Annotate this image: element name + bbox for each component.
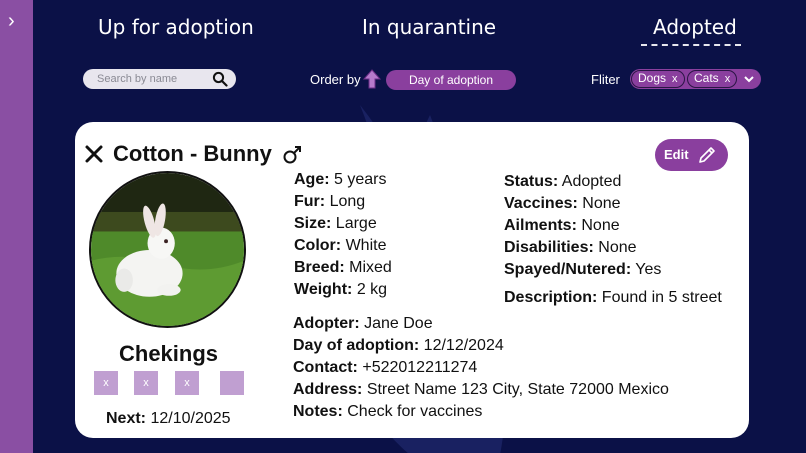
field-label: Disabilities: xyxy=(504,239,594,256)
field-label: Fur: xyxy=(294,193,326,210)
filter-chip-cats[interactable]: Cats x xyxy=(687,70,738,88)
field-contact: Contact: +522012211274 xyxy=(293,359,477,377)
chevron-down-icon[interactable] xyxy=(743,72,755,86)
field-address: Address: Street Name 123 City, State 720… xyxy=(293,381,669,399)
field-label: Day of adoption: xyxy=(293,337,420,354)
next-label: Next: xyxy=(106,410,147,427)
shelter-name: Chekings xyxy=(119,341,219,366)
field-label: Vaccines: xyxy=(504,195,578,212)
pencil-icon xyxy=(699,147,715,163)
field-value: None xyxy=(581,217,620,234)
field-value: Adopted xyxy=(561,173,622,190)
field-label: Status: xyxy=(504,173,559,190)
field-value: Yes xyxy=(635,261,662,278)
field-adopter: Adopter: Jane Doe xyxy=(293,315,433,333)
remove-chip-icon[interactable]: x xyxy=(725,73,731,85)
tab-up-for-adoption[interactable]: Up for adoption xyxy=(98,15,254,39)
expand-sidebar-icon[interactable]: › xyxy=(8,10,28,32)
field-label: Description: xyxy=(504,289,598,306)
male-icon xyxy=(283,146,301,164)
checkbox-checked[interactable]: x xyxy=(134,371,158,395)
search-input[interactable] xyxy=(97,73,217,85)
field-label: Color: xyxy=(294,237,342,254)
field-label: Contact: xyxy=(293,359,358,376)
field-weight: Weight: 2 kg xyxy=(294,281,387,299)
close-icon[interactable] xyxy=(84,143,104,165)
field-label: Weight: xyxy=(294,281,353,298)
order-by-select[interactable]: Day of adoption xyxy=(386,70,516,90)
field-disabilities: Disabilities: None xyxy=(504,239,637,257)
pet-name-title: Cotton - Bunny xyxy=(113,141,272,166)
field-label: Ailments: xyxy=(504,217,577,234)
pet-photo xyxy=(89,171,246,328)
field-value: None xyxy=(582,195,621,212)
next-date: Next: 12/10/2025 xyxy=(106,410,231,428)
field-label: Size: xyxy=(294,215,332,232)
field-fur: Fur: Long xyxy=(294,193,365,211)
field-notes: Notes: Check for vaccines xyxy=(293,403,482,421)
field-label: Spayed/Nutered: xyxy=(504,261,632,278)
remove-chip-icon[interactable]: x xyxy=(672,73,678,85)
field-value: 2 kg xyxy=(356,281,388,298)
field-value: None xyxy=(598,239,637,256)
order-by-label: Order by xyxy=(310,72,361,87)
field-value: Check for vaccines xyxy=(347,403,483,420)
edit-button[interactable]: Edit xyxy=(655,139,728,171)
search-icon[interactable] xyxy=(212,71,228,87)
field-value: +522012211274 xyxy=(362,359,478,376)
search-bar[interactable] xyxy=(83,69,236,89)
field-value: Long xyxy=(329,193,366,210)
field-value: Street Name 123 City, State 72000 Mexico xyxy=(366,381,669,398)
field-value: Mixed xyxy=(349,259,392,276)
field-age: Age: 5 years xyxy=(294,171,386,189)
field-value: 5 years xyxy=(334,171,387,188)
field-value: 12/12/2024 xyxy=(423,337,504,354)
filter-select[interactable]: Dogs x Cats x xyxy=(630,69,761,89)
edit-button-label: Edit xyxy=(664,147,689,162)
active-tab-indicator xyxy=(641,44,741,46)
filter-label: Fliter xyxy=(591,72,620,87)
field-label: Breed: xyxy=(294,259,345,276)
field-label: Address: xyxy=(293,381,363,398)
field-value: White xyxy=(345,237,387,254)
field-value: Large xyxy=(335,215,377,232)
checkbox-checked[interactable]: x xyxy=(94,371,118,395)
next-value: 12/10/2025 xyxy=(150,410,231,427)
sort-direction-up-icon[interactable] xyxy=(363,69,381,89)
field-label: Adopter: xyxy=(293,315,360,332)
field-day-of-adoption: Day of adoption: 12/12/2024 xyxy=(293,337,504,355)
field-label: Age: xyxy=(294,171,330,188)
checkbox-unchecked[interactable] xyxy=(220,371,244,395)
field-ailments: Ailments: None xyxy=(504,217,620,235)
field-spayed-neutered: Spayed/Nutered: Yes xyxy=(504,261,661,279)
side-rail xyxy=(0,0,33,453)
field-breed: Breed: Mixed xyxy=(294,259,392,277)
field-label: Notes: xyxy=(293,403,343,420)
checkbox-checked[interactable]: x xyxy=(175,371,199,395)
field-value: Found in 5 street xyxy=(601,289,722,306)
filter-chip-dogs[interactable]: Dogs x xyxy=(631,70,685,88)
field-size: Size: Large xyxy=(294,215,377,233)
field-status: Status: Adopted xyxy=(504,173,621,191)
field-vaccines: Vaccines: None xyxy=(504,195,621,213)
tab-in-quarantine[interactable]: In quarantine xyxy=(362,15,496,39)
tab-adopted[interactable]: Adopted xyxy=(653,15,737,39)
field-description: Description: Found in 5 street xyxy=(504,289,722,307)
filter-chip-label: Dogs xyxy=(638,71,667,85)
field-color: Color: White xyxy=(294,237,386,255)
filter-chip-label: Cats xyxy=(694,71,719,85)
field-value: Jane Doe xyxy=(364,315,433,332)
